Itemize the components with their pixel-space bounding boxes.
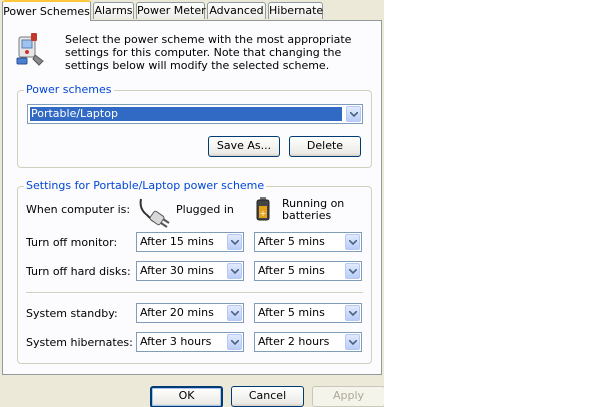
settings-group: Settings for Portable/Laptop power schem… <box>17 179 372 364</box>
turn-off-hard-disks-label: Turn off hard disks: <box>26 265 131 278</box>
standby-battery-select[interactable]: After 5 mins <box>254 303 362 323</box>
running-on-batteries-label: Running on batteries <box>282 197 345 222</box>
chevron-down-icon[interactable] <box>345 334 360 350</box>
tab-alarms[interactable]: Alarms <box>93 2 134 19</box>
when-computer-label: When computer is: <box>26 203 131 216</box>
system-hibernates-label: System hibernates: <box>26 336 133 349</box>
system-standby-label: System standby: <box>26 307 118 320</box>
power-schemes-group: Power schemes Portable/Laptop Save As...… <box>17 83 372 168</box>
chevron-down-icon[interactable] <box>227 263 242 279</box>
apply-button[interactable]: Apply <box>312 386 384 407</box>
save-as-button[interactable]: Save As... <box>208 136 280 157</box>
chevron-down-icon[interactable] <box>227 234 242 250</box>
chevron-down-icon[interactable] <box>345 305 360 321</box>
monitor-battery-value: After 5 mins <box>258 235 325 248</box>
chevron-down-icon[interactable] <box>345 263 360 279</box>
chevron-down-icon[interactable] <box>346 106 361 122</box>
power-scheme-value: Portable/Laptop <box>30 107 342 121</box>
plug-icon <box>137 195 171 229</box>
monitor-plugged-select[interactable]: After 15 mins <box>136 232 244 252</box>
intro-text: Select the power scheme with the most ap… <box>65 33 352 72</box>
standby-plugged-value: After 20 mins <box>140 306 214 319</box>
settings-divider <box>26 292 363 294</box>
chevron-down-icon[interactable] <box>227 334 242 350</box>
plugged-in-label: Plugged in <box>176 203 234 216</box>
cancel-button[interactable]: Cancel <box>231 386 304 407</box>
delete-button[interactable]: Delete <box>289 136 361 157</box>
monitor-plugged-value: After 15 mins <box>140 235 214 248</box>
hard-disks-plugged-select[interactable]: After 30 mins <box>136 261 244 281</box>
svg-text:+: + <box>260 209 267 218</box>
power-scheme-select[interactable]: Portable/Laptop <box>27 104 363 124</box>
power-schemes-legend: Power schemes <box>24 83 114 96</box>
settings-legend: Settings for Portable/Laptop power schem… <box>24 179 267 192</box>
tab-advanced[interactable]: Advanced <box>207 2 266 19</box>
tab-power-schemes[interactable]: Power Schemes <box>2 0 91 21</box>
power-scheme-icon <box>13 31 49 67</box>
tab-hibernate[interactable]: Hibernate <box>268 2 323 19</box>
hibernate-plugged-select[interactable]: After 3 hours <box>136 332 244 352</box>
chevron-down-icon[interactable] <box>227 305 242 321</box>
hibernate-battery-value: After 2 hours <box>258 335 330 348</box>
hard-disks-battery-select[interactable]: After 5 mins <box>254 261 362 281</box>
ok-button[interactable]: OK <box>150 386 223 407</box>
hard-disks-plugged-value: After 30 mins <box>140 264 214 277</box>
tab-power-meter[interactable]: Power Meter <box>136 2 206 19</box>
hibernate-battery-select[interactable]: After 2 hours <box>254 332 362 352</box>
hibernate-plugged-value: After 3 hours <box>140 335 212 348</box>
monitor-battery-select[interactable]: After 5 mins <box>254 232 362 252</box>
chevron-down-icon[interactable] <box>345 234 360 250</box>
turn-off-monitor-label: Turn off monitor: <box>26 236 118 249</box>
standby-battery-value: After 5 mins <box>258 306 325 319</box>
hard-disks-battery-value: After 5 mins <box>258 264 325 277</box>
power-schemes-panel: Select the power scheme with the most ap… <box>2 20 382 375</box>
standby-plugged-select[interactable]: After 20 mins <box>136 303 244 323</box>
battery-icon: + <box>255 196 271 222</box>
power-options-dialog: Power Schemes Alarms Power Meter Advance… <box>0 0 384 407</box>
